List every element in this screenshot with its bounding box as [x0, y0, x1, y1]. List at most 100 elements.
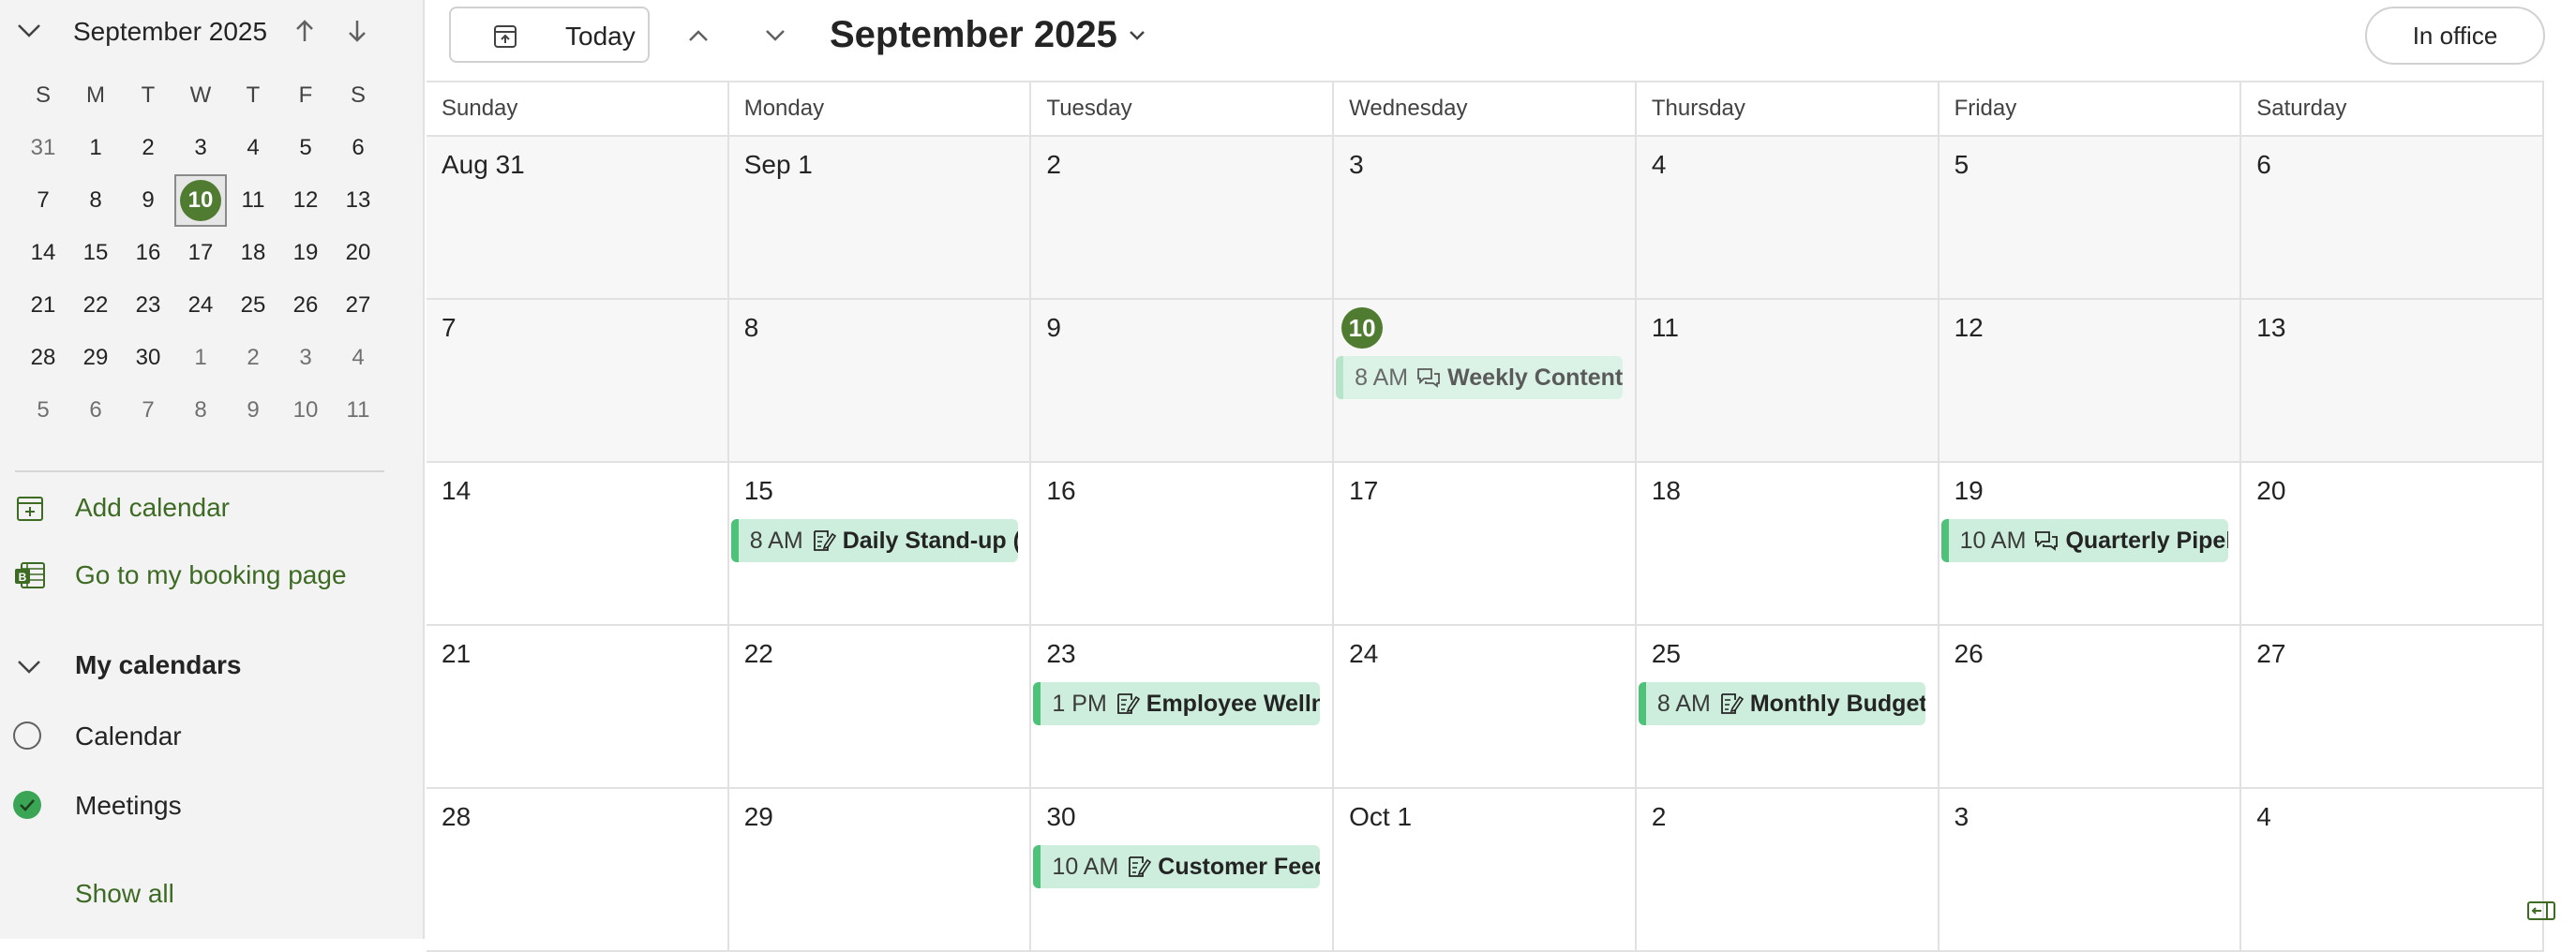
- calendar-event[interactable]: 8 AM Daily Stand-up (S: [730, 519, 1018, 562]
- calendar-event[interactable]: 8 AM Weekly Content: [1336, 356, 1624, 399]
- mini-day[interactable]: 8: [174, 384, 227, 437]
- day-cell[interactable]: 11: [1636, 300, 1939, 463]
- day-cell[interactable]: 9: [1031, 300, 1335, 463]
- mini-day[interactable]: 4: [227, 122, 279, 174]
- day-cell[interactable]: 29: [728, 789, 1032, 952]
- day-cell[interactable]: 3: [1939, 789, 2242, 952]
- mini-day[interactable]: 17: [174, 227, 227, 279]
- add-calendar-link[interactable]: Add calendar: [0, 482, 412, 534]
- day-cell[interactable]: 22: [728, 626, 1032, 789]
- mini-day[interactable]: 24: [174, 279, 227, 332]
- day-cell[interactable]: 5: [1939, 137, 2242, 300]
- mini-day[interactable]: 12: [279, 174, 332, 227]
- mini-day[interactable]: 11: [332, 384, 384, 437]
- day-cell[interactable]: 15 8 AM Daily Stand-up (S: [728, 463, 1032, 626]
- mini-day[interactable]: 8: [69, 174, 122, 227]
- mini-day[interactable]: 20: [332, 227, 384, 279]
- day-cell[interactable]: 20: [2241, 463, 2544, 626]
- show-all-link[interactable]: Show all: [75, 879, 174, 909]
- mini-day[interactable]: 29: [69, 332, 122, 384]
- title-chevron-down-icon[interactable]: [1122, 21, 1152, 51]
- day-cell[interactable]: 2: [1636, 789, 1939, 952]
- mini-day[interactable]: 30: [122, 332, 174, 384]
- mini-day[interactable]: 2: [122, 122, 174, 174]
- mini-day[interactable]: 23: [122, 279, 174, 332]
- day-cell[interactable]: 6: [2241, 137, 2544, 300]
- previous-month-chevron-icon[interactable]: [680, 17, 717, 54]
- day-cell[interactable]: 2: [1031, 137, 1335, 300]
- mini-day[interactable]: 3: [174, 122, 227, 174]
- mini-day[interactable]: 26: [279, 279, 332, 332]
- mini-day[interactable]: 4: [332, 332, 384, 384]
- day-cell[interactable]: 3: [1334, 137, 1637, 300]
- day-cell[interactable]: 28: [427, 789, 729, 952]
- day-cell[interactable]: 4: [1636, 137, 1939, 300]
- mini-day[interactable]: 14: [17, 227, 69, 279]
- mini-day[interactable]: 3: [279, 332, 332, 384]
- collapse-chevron-icon[interactable]: [13, 17, 45, 45]
- day-cell[interactable]: 4: [2241, 789, 2544, 952]
- day-cell[interactable]: 23 1 PM Employee Wellne: [1031, 626, 1335, 789]
- previous-month-arrow-icon[interactable]: [289, 15, 321, 47]
- mini-day-today[interactable]: 10: [174, 174, 227, 227]
- mini-day[interactable]: 9: [227, 384, 279, 437]
- mini-day[interactable]: 5: [279, 122, 332, 174]
- day-cell[interactable]: 14: [427, 463, 729, 626]
- day-cell[interactable]: 26: [1939, 626, 2242, 789]
- mini-day[interactable]: 11: [227, 174, 279, 227]
- day-cell[interactable]: 21: [427, 626, 729, 789]
- day-cell[interactable]: 19 10 AM Quarterly Pipeli: [1939, 463, 2242, 626]
- calendar-toggle-meetings[interactable]: Meetings: [0, 780, 412, 832]
- day-cell[interactable]: Sep 1: [728, 137, 1032, 300]
- mini-day[interactable]: 10: [279, 384, 332, 437]
- day-cell-today[interactable]: 10 8 AM Weekly Content: [1334, 300, 1637, 463]
- calendar-event[interactable]: 1 PM Employee Wellne: [1033, 682, 1321, 725]
- mini-day[interactable]: 18: [227, 227, 279, 279]
- mini-day[interactable]: 15: [69, 227, 122, 279]
- day-cell[interactable]: 12: [1939, 300, 2242, 463]
- mini-day[interactable]: 28: [17, 332, 69, 384]
- mini-day[interactable]: 7: [17, 174, 69, 227]
- day-cell[interactable]: 24: [1334, 626, 1637, 789]
- mini-day[interactable]: 25: [227, 279, 279, 332]
- day-cell[interactable]: 27: [2241, 626, 2544, 789]
- panel-collapse-icon[interactable]: [2525, 898, 2557, 924]
- next-month-arrow-icon[interactable]: [341, 15, 373, 47]
- calendar-toggle-calendar[interactable]: Calendar: [0, 710, 412, 763]
- day-cell[interactable]: Oct 1: [1334, 789, 1637, 952]
- mini-day[interactable]: 13: [332, 174, 384, 227]
- mini-day[interactable]: 16: [122, 227, 174, 279]
- mini-day[interactable]: 7: [122, 384, 174, 437]
- day-cell[interactable]: 8: [728, 300, 1032, 463]
- calendar-event[interactable]: 8 AM Monthly Budget: [1638, 682, 1925, 725]
- mini-day[interactable]: 19: [279, 227, 332, 279]
- calendar-event[interactable]: 10 AM Customer Feedl: [1033, 845, 1321, 888]
- mini-day[interactable]: 1: [69, 122, 122, 174]
- page-title[interactable]: September 2025: [830, 11, 1117, 58]
- mini-day[interactable]: 6: [332, 122, 384, 174]
- my-calendars-section[interactable]: My calendars: [0, 641, 412, 693]
- day-cell[interactable]: 13: [2241, 300, 2544, 463]
- mini-day[interactable]: 2: [227, 332, 279, 384]
- mini-day[interactable]: 22: [69, 279, 122, 332]
- mini-day[interactable]: 27: [332, 279, 384, 332]
- mini-day[interactable]: 6: [69, 384, 122, 437]
- mini-day[interactable]: 31: [17, 122, 69, 174]
- today-button[interactable]: Today: [449, 7, 650, 63]
- mini-calendar-month[interactable]: September 2025: [73, 13, 267, 51]
- day-cell[interactable]: 7: [427, 300, 729, 463]
- day-cell[interactable]: 17: [1334, 463, 1637, 626]
- mini-day[interactable]: 5: [17, 384, 69, 437]
- work-location-button[interactable]: In office: [2365, 7, 2545, 65]
- day-cell[interactable]: 18: [1636, 463, 1939, 626]
- day-cell[interactable]: 16: [1031, 463, 1335, 626]
- calendar-event[interactable]: 10 AM Quarterly Pipeli: [1940, 519, 2228, 562]
- mini-day[interactable]: 1: [174, 332, 227, 384]
- day-cell[interactable]: 30 10 AM Customer Feedl: [1031, 789, 1335, 952]
- booking-page-link[interactable]: B Go to my booking page: [0, 549, 412, 602]
- day-cell[interactable]: 25 8 AM Monthly Budget: [1636, 626, 1939, 789]
- mini-day[interactable]: 21: [17, 279, 69, 332]
- mini-day[interactable]: 9: [122, 174, 174, 227]
- next-month-chevron-icon[interactable]: [756, 17, 794, 54]
- day-cell[interactable]: Aug 31: [427, 137, 729, 300]
